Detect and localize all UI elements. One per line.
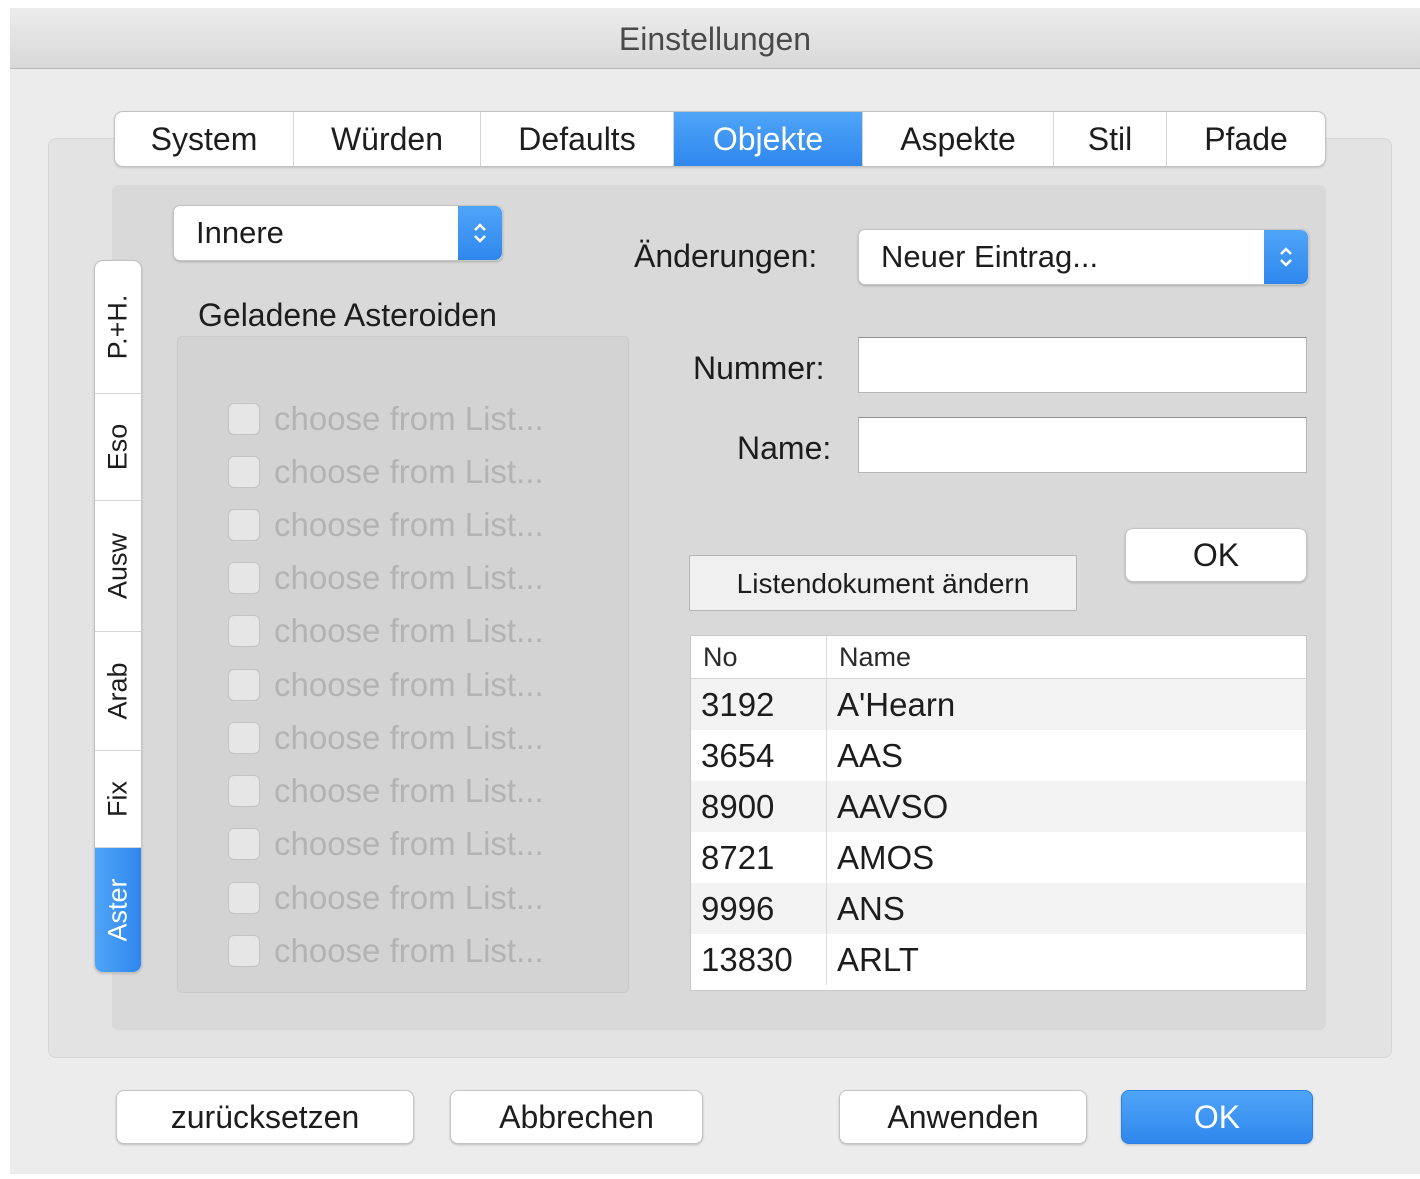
cell-name: ANS (837, 890, 905, 927)
checkbox-label: choose from List... (274, 719, 544, 756)
side-tab-label: Ausw (102, 532, 133, 600)
checkbox[interactable] (228, 828, 260, 860)
tab-defaults[interactable]: Defaults (481, 112, 674, 166)
table-row[interactable]: 8900 AAVSO (691, 781, 1306, 832)
category-select[interactable]: Innere (173, 205, 503, 261)
asteroid-checkbox-item[interactable]: choose from List... (228, 558, 544, 598)
table-row[interactable]: 13830 ARLT (691, 934, 1306, 985)
checkbox-label: choose from List... (274, 772, 544, 809)
checkbox[interactable] (228, 775, 260, 807)
side-tab-label: P.+H. (102, 294, 133, 360)
nummer-label: Nummer: (693, 350, 825, 386)
side-tab-ph[interactable]: P.+H. (95, 261, 141, 394)
checkbox-label: choose from List... (274, 825, 544, 862)
checkbox-label: choose from List... (274, 506, 544, 543)
side-tab-label: Eso (102, 423, 133, 471)
side-tab-aster[interactable]: Aster (95, 848, 141, 972)
table-header: No Name (691, 636, 1306, 679)
cell-name: AMOS (837, 839, 935, 876)
changes-select[interactable]: Neuer Eintrag... (858, 229, 1309, 285)
reset-button[interactable]: zurücksetzen (116, 1090, 414, 1144)
window-title: Einstellungen (10, 8, 1420, 69)
table-row[interactable]: 8721 AMOS (691, 832, 1306, 883)
checkbox-label: choose from List... (274, 400, 544, 437)
checkbox[interactable] (228, 615, 260, 647)
cell-name: A'Hearn (837, 686, 956, 723)
cell-no: 3192 (691, 679, 827, 730)
asteroid-checkbox-item[interactable]: choose from List... (228, 505, 544, 545)
checkbox-label: choose from List... (274, 453, 544, 490)
checkbox[interactable] (228, 935, 260, 967)
cell-name: AAVSO (837, 788, 949, 825)
checkbox-label: choose from List... (274, 666, 544, 703)
asteroid-checkbox-item[interactable]: choose from List... (228, 611, 544, 651)
checkbox[interactable] (228, 456, 260, 488)
nummer-field[interactable] (858, 337, 1307, 393)
column-header-no[interactable]: No (691, 636, 827, 678)
cell-no: 9996 (691, 883, 827, 934)
name-label: Name: (737, 430, 832, 466)
asteroid-checkbox-item[interactable]: choose from List... (228, 452, 544, 492)
table-row[interactable]: 9996 ANS (691, 883, 1306, 934)
changes-label: Änderungen: (634, 238, 818, 274)
checkbox-label: choose from List... (274, 612, 544, 649)
apply-button[interactable]: Anwenden (839, 1090, 1087, 1144)
entry-ok-button[interactable]: OK (1125, 528, 1307, 582)
checkbox[interactable] (228, 562, 260, 594)
side-tab-arab[interactable]: Arab (95, 632, 141, 751)
cell-name: ARLT (837, 941, 919, 978)
table-body: 3192 A'Hearn 3654 AAS 8900 AAVSO 8721 AMOS 9… (691, 679, 1306, 990)
tab-aspekte[interactable]: Aspekte (863, 112, 1054, 166)
asteroid-list-box: choose from List... choose from List... … (177, 336, 629, 993)
checkbox[interactable] (228, 669, 260, 701)
checkbox-label: choose from List... (274, 932, 544, 969)
cell-no: 8900 (691, 781, 827, 832)
table-row[interactable]: 3654 AAS (691, 730, 1306, 781)
table-row[interactable]: 3192 A'Hearn (691, 679, 1306, 730)
asteroid-checkbox-item[interactable]: choose from List... (228, 665, 544, 705)
checkbox[interactable] (228, 882, 260, 914)
checkbox-label: choose from List... (274, 559, 544, 596)
asteroid-table: No Name 3192 A'Hearn 3654 AAS 8900 AAVSO 87… (690, 635, 1307, 991)
top-tab-bar: System Würden Defaults Objekte Aspekte S… (114, 111, 1326, 167)
tab-objekte[interactable]: Objekte (674, 112, 863, 166)
ok-button[interactable]: OK (1121, 1090, 1313, 1144)
tab-stil[interactable]: Stil (1054, 112, 1167, 166)
category-select-value: Innere (196, 215, 284, 250)
side-tab-bar: P.+H. Eso Ausw Arab Fix Aster (94, 260, 142, 973)
asteroid-checkbox-item[interactable]: choose from List... (228, 824, 544, 864)
checkbox[interactable] (228, 509, 260, 541)
tab-wuerden[interactable]: Würden (294, 112, 481, 166)
name-field[interactable] (858, 417, 1307, 473)
checkbox-label: choose from List... (274, 879, 544, 916)
tab-system[interactable]: System (115, 112, 294, 166)
asteroid-checkbox-item[interactable]: choose from List... (228, 878, 544, 918)
asteroids-heading: Geladene Asteroiden (198, 297, 497, 333)
column-header-name[interactable]: Name (827, 636, 911, 678)
chevron-updown-icon (458, 206, 502, 260)
changes-select-value: Neuer Eintrag... (881, 239, 1099, 274)
side-tab-label: Aster (102, 878, 133, 942)
cell-no: 8721 (691, 832, 827, 883)
cell-name: AAS (837, 737, 904, 774)
side-tab-eso[interactable]: Eso (95, 394, 141, 501)
asteroid-checkbox-item[interactable]: choose from List... (228, 399, 544, 439)
side-tab-fix[interactable]: Fix (95, 751, 141, 848)
cancel-button[interactable]: Abbrechen (450, 1090, 703, 1144)
side-tab-label: Arab (102, 662, 133, 720)
chevron-updown-icon (1264, 230, 1308, 284)
cell-no: 3654 (691, 730, 827, 781)
checkbox[interactable] (228, 722, 260, 754)
edit-list-document-button[interactable]: Listendokument ändern (689, 555, 1077, 611)
preferences-window: Einstellungen System Würden Defaults Obj… (10, 8, 1420, 1174)
checkbox[interactable] (228, 403, 260, 435)
asteroid-checkbox-item[interactable]: choose from List... (228, 718, 544, 758)
asteroid-checkbox-item[interactable]: choose from List... (228, 931, 544, 971)
tab-pfade[interactable]: Pfade (1167, 112, 1325, 166)
asteroid-checkbox-item[interactable]: choose from List... (228, 771, 544, 811)
side-tab-label: Fix (102, 781, 133, 817)
side-tab-ausw[interactable]: Ausw (95, 501, 141, 632)
cell-no: 13830 (691, 934, 827, 985)
